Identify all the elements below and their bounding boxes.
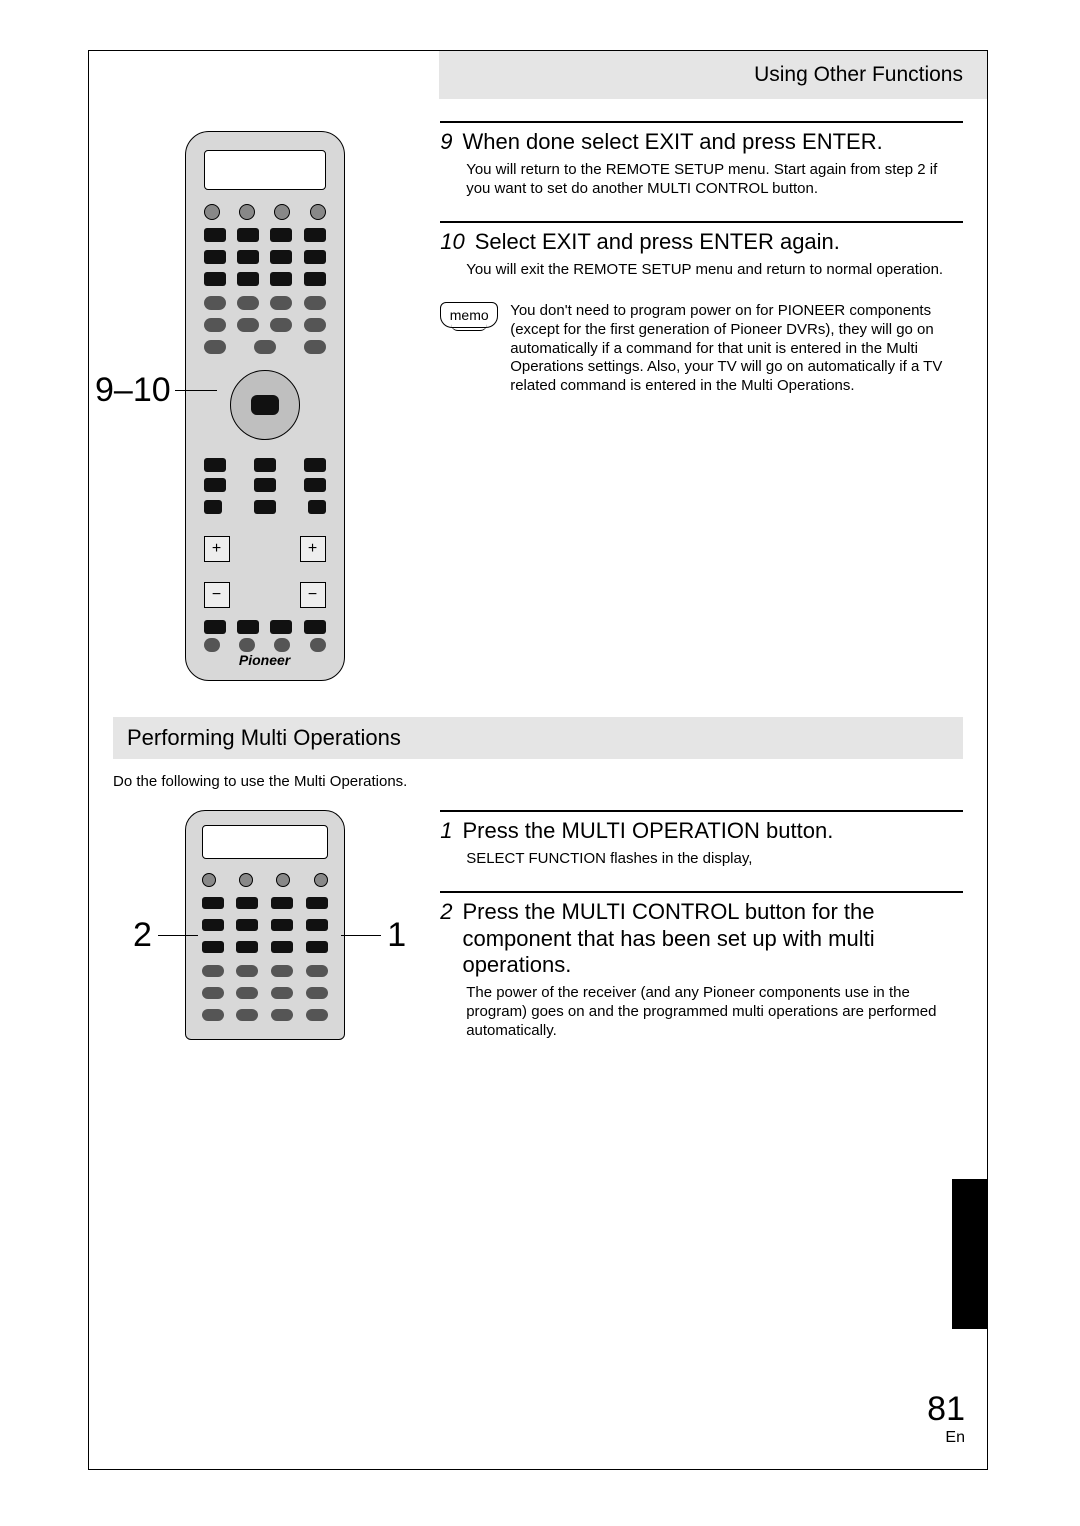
section-intro: Do the following to use the Multi Operat… — [89, 773, 987, 810]
step-number: 1 — [440, 818, 452, 844]
memo-tag: memo — [440, 302, 498, 328]
step-body: SELECT FUNCTION flashes in the display, — [440, 850, 963, 869]
figure1-callout: 9–10 — [95, 371, 217, 410]
step-1: 1 Press the MULTI OPERATION button. SELE… — [440, 810, 963, 869]
page-lang: En — [927, 1429, 965, 1447]
remote-brand: Pioneer — [186, 652, 344, 668]
step-number: 10 — [440, 229, 464, 255]
step-body: The power of the receiver (and any Pione… — [440, 984, 963, 1040]
memo-block: memo You don't need to program power on … — [440, 302, 963, 396]
step-number: 2 — [440, 899, 452, 925]
step-body: You will exit the REMOTE SETUP menu and … — [440, 261, 963, 280]
page-number: 81 — [927, 1390, 965, 1429]
memo-label: memo — [450, 307, 489, 323]
section-heading-text: Performing Multi Operations — [127, 725, 401, 750]
section-heading: Performing Multi Operations — [113, 717, 963, 759]
figure2-callout-left-label: 2 — [133, 916, 152, 955]
figure1-callout-label: 9–10 — [95, 371, 171, 410]
step-title: Select EXIT and press ENTER again. — [475, 229, 840, 255]
step-9: 9 When done select EXIT and press ENTER.… — [440, 121, 963, 199]
header-title: Using Other Functions — [754, 63, 963, 87]
figure2-callout-left: 2 — [133, 916, 198, 955]
memo-text: You don't need to program power on for P… — [510, 302, 963, 396]
step-10: 10 Select EXIT and press ENTER again. Yo… — [440, 221, 963, 280]
step-2: 2 Press the MULTI CONTROL button for the… — [440, 891, 963, 1040]
step-number: 9 — [440, 129, 452, 155]
step-title: When done select EXIT and press ENTER. — [462, 129, 882, 155]
step-title: Press the MULTI OPERATION button. — [462, 818, 833, 844]
step-title: Press the MULTI CONTROL button for the c… — [462, 899, 963, 978]
side-tab — [952, 1179, 988, 1329]
page-header: Using Other Functions — [439, 51, 987, 99]
figure2-callout-right: 1 — [341, 916, 406, 955]
figure2-callout-right-label: 1 — [387, 916, 406, 955]
remote-illustration-2 — [185, 810, 345, 1040]
step-body: You will return to the REMOTE SETUP menu… — [440, 161, 963, 199]
page-number-block: 81 En — [927, 1390, 965, 1447]
